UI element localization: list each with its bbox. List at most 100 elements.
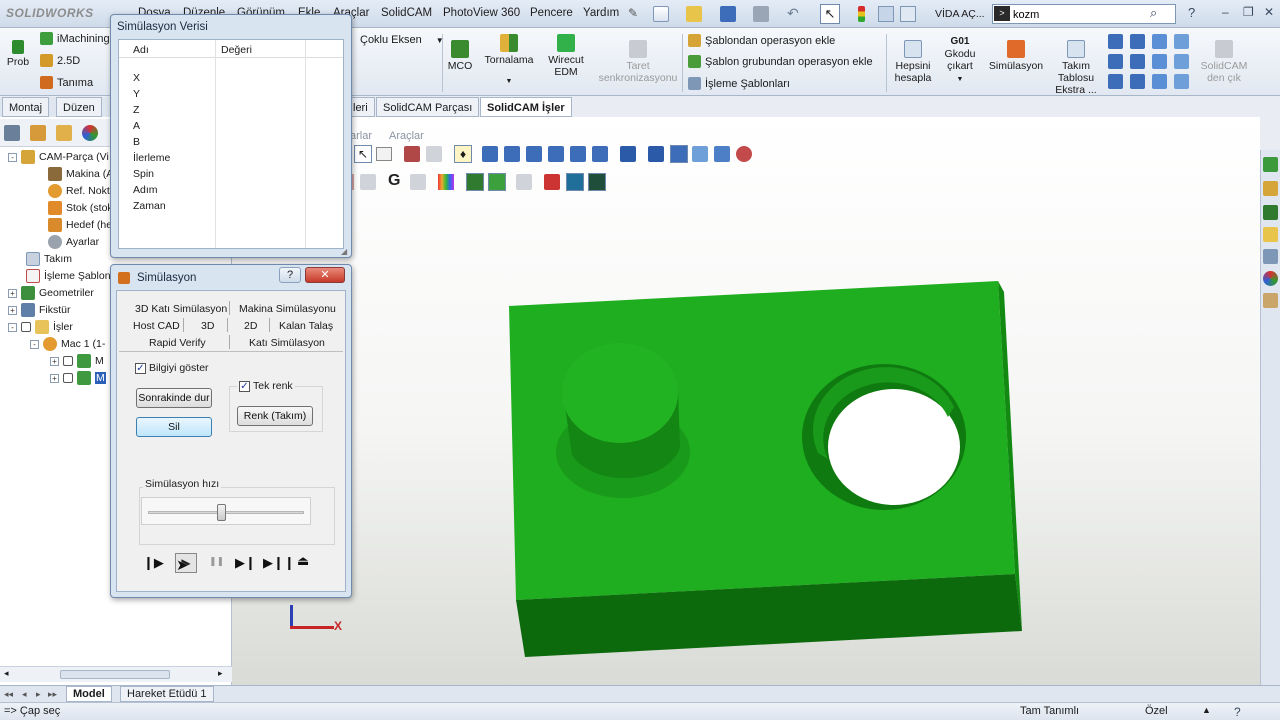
open-folder-icon[interactable] <box>686 6 702 22</box>
nav-first-icon[interactable]: ◂◂ <box>4 689 13 700</box>
tree-item-operations[interactable]: - İşler <box>8 319 73 336</box>
collapse-icon[interactable]: - <box>8 322 17 332</box>
menu-photoview[interactable]: PhotoView 360 <box>443 7 520 19</box>
tab-3d[interactable]: 3D <box>201 320 214 332</box>
wirecut-edm-button[interactable]: Wirecut EDM <box>543 34 589 78</box>
graphics-viewport[interactable]: arlar Araçlar ↖ ♦ G X <box>232 117 1260 685</box>
search-input[interactable] <box>1013 7 1143 22</box>
tab-rapid-verify[interactable]: Rapid Verify <box>149 337 206 349</box>
search-icon[interactable]: ⌕ <box>1150 5 1157 21</box>
tree-item-operation-selected[interactable]: + M <box>50 370 106 387</box>
folder-icon[interactable] <box>1263 227 1278 242</box>
minimize-icon[interactable]: – <box>1222 5 1229 19</box>
expand-icon[interactable]: + <box>50 373 59 383</box>
view-cube-icon[interactable] <box>1174 34 1189 49</box>
multiaxis-button[interactable]: Çoklu Eksen ▼ <box>360 34 444 46</box>
tree-item-machine[interactable]: Makina (A <box>48 166 113 183</box>
delete-button[interactable]: Sil <box>136 417 212 437</box>
select-pointer-icon[interactable]: ↖ <box>820 4 840 24</box>
restore-icon[interactable]: ❐ <box>1243 5 1254 19</box>
view-cube-icon[interactable] <box>1108 74 1123 89</box>
view-cube-icon[interactable] <box>1108 34 1123 49</box>
probe-button[interactable]: Prob <box>4 40 32 68</box>
custom-properties-icon[interactable] <box>1263 293 1278 308</box>
speed-slider[interactable] <box>141 497 311 525</box>
tool-color-button[interactable]: Renk (Takım) <box>237 406 313 426</box>
view-cube-icon[interactable] <box>1152 74 1167 89</box>
turning-button[interactable]: Tornalama ▼ <box>481 34 537 88</box>
eject-button[interactable]: ⏏ <box>297 553 309 569</box>
last-button[interactable]: ▶❙❙ <box>263 555 295 571</box>
tab-3d-solid-simulation[interactable]: 3D Katı Simülasyon <box>135 303 227 315</box>
tree-item-ref-point[interactable]: Ref. Nokt <box>48 183 110 200</box>
checkbox-icon[interactable] <box>63 373 73 384</box>
single-color-checkbox[interactable]: ✓ Tek renk <box>237 380 295 392</box>
undo-icon[interactable]: ↶ <box>787 5 799 22</box>
machining-templates-button[interactable]: İşleme Şablonları <box>688 77 790 90</box>
tab-model[interactable]: Model <box>66 686 112 702</box>
tree-horizontal-scrollbar[interactable]: ◂ ▸ <box>0 666 232 682</box>
add-op-from-template-button[interactable]: Şablondan operasyon ekle <box>688 34 835 47</box>
checkbox-icon[interactable]: ✓ <box>135 362 146 374</box>
view-cube-icon[interactable] <box>1108 54 1123 69</box>
expand-icon[interactable]: + <box>8 288 17 298</box>
tab-solidcam-part[interactable]: SolidCAM Parçası <box>376 97 480 117</box>
nav-last-icon[interactable]: ▸▸ <box>48 689 57 700</box>
file-explorer-icon[interactable] <box>1263 205 1278 220</box>
tree-item-stock[interactable]: Stok (stok <box>48 200 113 217</box>
checkbox-icon[interactable] <box>21 322 31 333</box>
new-document-icon[interactable] <box>653 6 669 22</box>
tab-solidcam-operations[interactable]: SolidCAM İşler <box>480 97 572 117</box>
feature-manager-icon[interactable] <box>4 125 20 141</box>
add-op-from-template-group-button[interactable]: Şablon grubundan operasyon ekle <box>688 55 873 68</box>
2-5d-button[interactable]: 2.5D <box>40 54 80 67</box>
scroll-right-icon[interactable]: ▸ <box>218 668 223 679</box>
stop-after-next-button[interactable]: Sonrakinde dur <box>136 388 212 408</box>
mco-button[interactable]: MCO <box>445 40 475 72</box>
help-button[interactable]: ? <box>279 267 301 283</box>
pin-icon[interactable]: ✎ <box>628 6 638 20</box>
display-manager-icon[interactable] <box>82 125 98 141</box>
slider-thumb[interactable] <box>217 504 227 521</box>
calculate-all-button[interactable]: Hepsini hesapla <box>890 40 936 84</box>
tree-item-tool[interactable]: Takım <box>26 251 72 268</box>
tree-item-machining-templates[interactable]: İşleme Şablonl <box>26 268 113 285</box>
appearances-icon[interactable] <box>1263 271 1278 286</box>
tab-layout[interactable]: Düzen <box>56 97 102 117</box>
tab-motion-study[interactable]: Hareket Etüdü 1 <box>120 686 214 702</box>
view-cube-icon[interactable] <box>1130 54 1145 69</box>
solidworks-resources-icon[interactable] <box>1263 157 1278 172</box>
traffic-light-icon[interactable] <box>858 6 865 22</box>
menu-solidcam[interactable]: SolidCAM <box>381 7 432 19</box>
nav-next-icon[interactable]: ▸ <box>36 689 41 700</box>
menu-help[interactable]: Yardım <box>583 7 619 19</box>
pause-button[interactable]: ❚❚ <box>209 556 224 567</box>
nav-prev-icon[interactable]: ◂ <box>22 689 27 700</box>
tab-2d[interactable]: 2D <box>244 320 257 332</box>
options-icon[interactable] <box>900 6 916 22</box>
view-palette-icon[interactable] <box>1263 249 1278 264</box>
collapse-icon[interactable]: - <box>30 339 39 349</box>
simulation-button[interactable]: Simülasyon <box>986 40 1046 72</box>
view-cube-icon[interactable] <box>1130 34 1145 49</box>
tab-rest-material[interactable]: Kalan Talaş <box>279 320 333 332</box>
checkbox-icon[interactable] <box>63 356 73 367</box>
gcode-generate-button[interactable]: G01 Gkodu çıkart ▼ <box>940 36 980 86</box>
view-cube-icon[interactable] <box>1152 54 1167 69</box>
tool-table-button[interactable]: Takım Tablosu Ekstra ... <box>1052 40 1100 96</box>
view-cube-icon[interactable] <box>1130 74 1145 89</box>
show-info-checkbox[interactable]: ✓ Bilgiyi göster <box>135 362 209 374</box>
rebuild-icon[interactable] <box>878 6 894 22</box>
view-cube-icon[interactable] <box>1174 74 1189 89</box>
tab-machine-simulation[interactable]: Makina Simülasyonu <box>239 303 336 315</box>
print-icon[interactable] <box>753 6 769 22</box>
design-library-icon[interactable] <box>1263 181 1278 196</box>
resize-grip-icon[interactable]: ◢ <box>341 247 347 256</box>
tree-item-setup[interactable]: - Mac 1 (1- <box>30 336 105 353</box>
close-window-icon[interactable]: ✕ <box>1264 5 1274 19</box>
configuration-manager-icon[interactable] <box>56 125 72 141</box>
help-icon[interactable]: ? <box>1188 5 1195 20</box>
tree-item-target[interactable]: Hedef (he <box>48 217 112 234</box>
tab-assembly[interactable]: Montaj <box>2 97 50 117</box>
tree-item-operation[interactable]: + M <box>50 353 104 370</box>
